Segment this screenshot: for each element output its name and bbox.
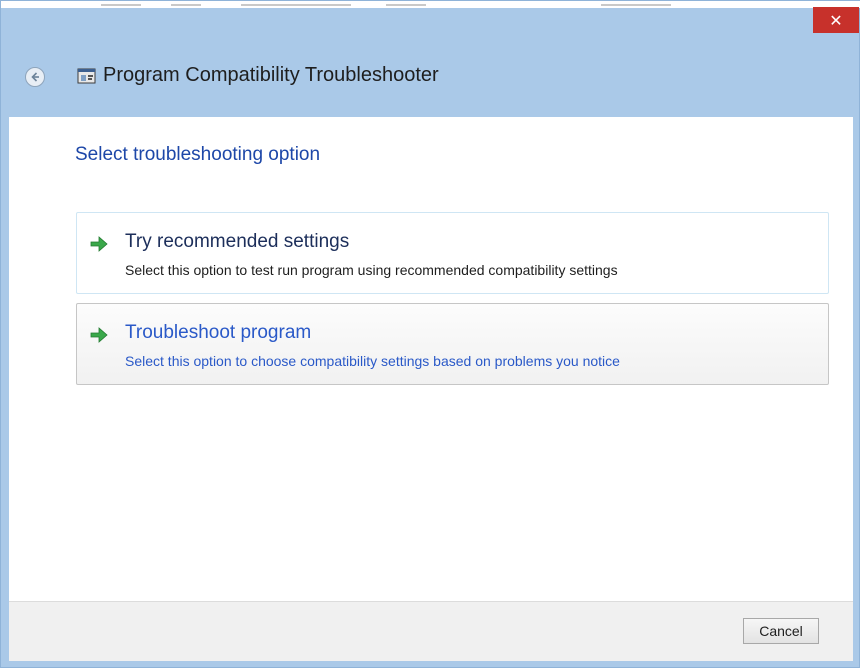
window-title: Program Compatibility Troubleshooter [103, 64, 439, 86]
close-icon: ✕ [829, 10, 843, 30]
back-arrow-icon [31, 72, 39, 82]
close-button[interactable]: ✕ [813, 7, 859, 33]
back-button[interactable] [25, 67, 45, 87]
option-troubleshoot-program[interactable]: Troubleshoot program Select this option … [76, 303, 829, 385]
cancel-button[interactable]: Cancel [743, 618, 819, 644]
option-title: Try recommended settings [125, 231, 350, 252]
green-arrow-icon [90, 327, 108, 343]
option-description: Select this option to test run program u… [125, 262, 618, 278]
troubleshooter-window: ✕ Program Compatibility Troubleshooter S… [0, 0, 860, 668]
option-description: Select this option to choose compatibili… [125, 353, 620, 369]
troubleshooter-icon [77, 68, 96, 84]
background-window-strip [1, 1, 860, 8]
option-try-recommended-settings[interactable]: Try recommended settings Select this opt… [76, 212, 829, 294]
page-heading: Select troubleshooting option [75, 144, 321, 165]
option-title: Troubleshoot program [125, 322, 312, 343]
green-arrow-icon [90, 236, 108, 252]
footer-bar [9, 601, 853, 661]
